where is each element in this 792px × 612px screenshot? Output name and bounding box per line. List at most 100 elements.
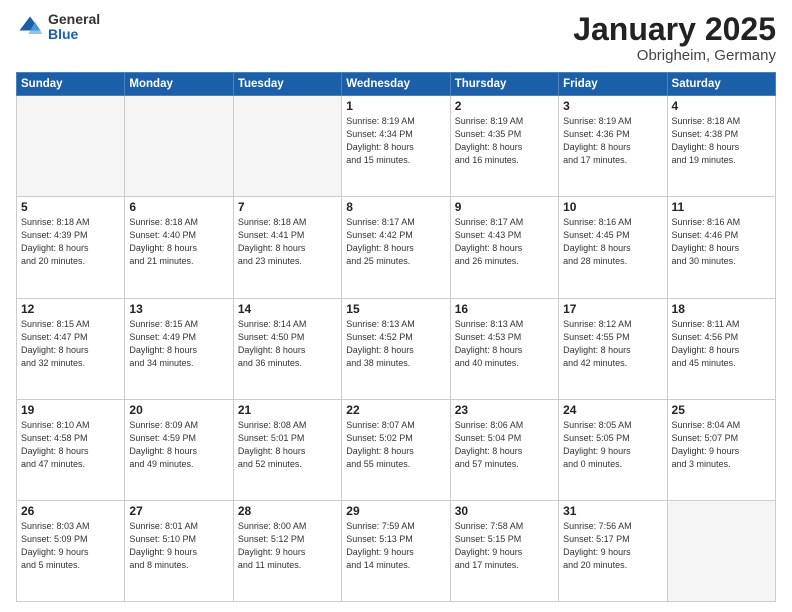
header: General Blue January 2025 Obrigheim, Ger… [16, 12, 776, 64]
header-tuesday: Tuesday [233, 73, 341, 96]
table-row: 9Sunrise: 8:17 AM Sunset: 4:43 PM Daylig… [450, 197, 558, 298]
day-number: 8 [346, 200, 445, 214]
table-row: 21Sunrise: 8:08 AM Sunset: 5:01 PM Dayli… [233, 399, 341, 500]
day-number: 6 [129, 200, 228, 214]
table-row: 14 Sunrise: 8:14 AM Sunset: 4:50 PM Dayli… [233, 298, 341, 399]
logo-icon [16, 13, 44, 41]
day-number: 2 [455, 99, 554, 113]
day-number: 23 [455, 403, 554, 417]
day-info: Sunrise: 7:59 AM Sunset: 5:13 PM Dayligh… [346, 520, 445, 572]
calendar-week-row: 12 Sunrise: 8:15 AM Sunset: 4:47 PM Dayli… [17, 298, 776, 399]
day-number: 26 [21, 504, 120, 518]
day-number: 10 [563, 200, 662, 214]
calendar-week-row: 26 Sunrise: 8:03 AM Sunset: 5:09 PM Dayli… [17, 500, 776, 601]
table-row: 31 Sunrise: 7:56 AM Sunset: 5:17 PM Dayli… [559, 500, 667, 601]
table-row: 7 Sunrise: 8:18 AM Sunset: 4:41 PM Daylig… [233, 197, 341, 298]
day-info: Sunrise: 8:03 AM Sunset: 5:09 PM Dayligh… [21, 520, 120, 572]
weekday-header-row: Sunday Monday Tuesday Wednesday Thursday… [17, 73, 776, 96]
day-number: 14 [238, 302, 337, 316]
day-info: Sunrise: 8:15 AM Sunset: 4:49 PM Dayligh… [129, 318, 228, 370]
day-number: 16 [455, 302, 554, 316]
day-number: 12 [21, 302, 120, 316]
day-info: Sunrise: 7:58 AM Sunset: 5:15 PM Dayligh… [455, 520, 554, 572]
logo: General Blue [16, 12, 100, 43]
table-row: 19Sunrise: 8:10 AM Sunset: 4:58 PM Dayli… [17, 399, 125, 500]
calendar-week-row: 1 Sunrise: 8:19 AM Sunset: 4:34 PM Daylig… [17, 96, 776, 197]
day-info: Sunrise: 8:14 AM Sunset: 4:50 PM Dayligh… [238, 318, 337, 370]
day-info: Sunrise: 8:19 AM Sunset: 4:34 PM Dayligh… [346, 115, 445, 167]
day-number: 7 [238, 200, 337, 214]
day-info: Sunrise: 8:11 AM Sunset: 4:56 PM Dayligh… [672, 318, 771, 370]
calendar-page: General Blue January 2025 Obrigheim, Ger… [0, 0, 792, 612]
header-monday: Monday [125, 73, 233, 96]
day-number: 25 [672, 403, 771, 417]
day-info: Sunrise: 8:06 AM Sunset: 5:04 PM Dayligh… [455, 419, 554, 471]
day-info: Sunrise: 8:13 AM Sunset: 4:53 PM Dayligh… [455, 318, 554, 370]
day-info: Sunrise: 8:16 AM Sunset: 4:46 PM Dayligh… [672, 216, 771, 268]
calendar-week-row: 5Sunrise: 8:18 AM Sunset: 4:39 PM Daylig… [17, 197, 776, 298]
table-row: 27 Sunrise: 8:01 AM Sunset: 5:10 PM Dayli… [125, 500, 233, 601]
day-info: Sunrise: 8:00 AM Sunset: 5:12 PM Dayligh… [238, 520, 337, 572]
day-number: 4 [672, 99, 771, 113]
day-info: Sunrise: 8:04 AM Sunset: 5:07 PM Dayligh… [672, 419, 771, 471]
day-number: 28 [238, 504, 337, 518]
title-block: January 2025 Obrigheim, Germany [573, 12, 776, 64]
day-number: 15 [346, 302, 445, 316]
table-row: 8 Sunrise: 8:17 AM Sunset: 4:42 PM Daylig… [342, 197, 450, 298]
day-info: Sunrise: 8:17 AM Sunset: 4:43 PM Dayligh… [455, 216, 554, 268]
day-number: 5 [21, 200, 120, 214]
table-row: 13 Sunrise: 8:15 AM Sunset: 4:49 PM Dayli… [125, 298, 233, 399]
table-row [17, 96, 125, 197]
table-row [233, 96, 341, 197]
day-number: 13 [129, 302, 228, 316]
day-info: Sunrise: 8:18 AM Sunset: 4:41 PM Dayligh… [238, 216, 337, 268]
day-info: Sunrise: 8:18 AM Sunset: 4:40 PM Dayligh… [129, 216, 228, 268]
day-info: Sunrise: 8:01 AM Sunset: 5:10 PM Dayligh… [129, 520, 228, 572]
day-info: Sunrise: 8:17 AM Sunset: 4:42 PM Dayligh… [346, 216, 445, 268]
day-info: Sunrise: 8:07 AM Sunset: 5:02 PM Dayligh… [346, 419, 445, 471]
table-row: 22Sunrise: 8:07 AM Sunset: 5:02 PM Dayli… [342, 399, 450, 500]
header-sunday: Sunday [17, 73, 125, 96]
table-row: 15 Sunrise: 8:13 AM Sunset: 4:52 PM Dayli… [342, 298, 450, 399]
day-number: 19 [21, 403, 120, 417]
table-row: 30 Sunrise: 7:58 AM Sunset: 5:15 PM Dayli… [450, 500, 558, 601]
table-row: 3Sunrise: 8:19 AM Sunset: 4:36 PM Daylig… [559, 96, 667, 197]
table-row: 23 Sunrise: 8:06 AM Sunset: 5:04 PM Dayli… [450, 399, 558, 500]
day-info: Sunrise: 8:05 AM Sunset: 5:05 PM Dayligh… [563, 419, 662, 471]
header-wednesday: Wednesday [342, 73, 450, 96]
month-title: January 2025 [573, 12, 776, 47]
day-info: Sunrise: 8:13 AM Sunset: 4:52 PM Dayligh… [346, 318, 445, 370]
table-row: 20Sunrise: 8:09 AM Sunset: 4:59 PM Dayli… [125, 399, 233, 500]
day-info: Sunrise: 8:12 AM Sunset: 4:55 PM Dayligh… [563, 318, 662, 370]
day-info: Sunrise: 8:18 AM Sunset: 4:38 PM Dayligh… [672, 115, 771, 167]
day-info: Sunrise: 8:15 AM Sunset: 4:47 PM Dayligh… [21, 318, 120, 370]
table-row: 4 Sunrise: 8:18 AM Sunset: 4:38 PM Daylig… [667, 96, 775, 197]
day-number: 21 [238, 403, 337, 417]
day-number: 17 [563, 302, 662, 316]
table-row: 18 Sunrise: 8:11 AM Sunset: 4:56 PM Dayli… [667, 298, 775, 399]
table-row: 1 Sunrise: 8:19 AM Sunset: 4:34 PM Daylig… [342, 96, 450, 197]
day-info: Sunrise: 8:19 AM Sunset: 4:36 PM Dayligh… [563, 115, 662, 167]
table-row: 6 Sunrise: 8:18 AM Sunset: 4:40 PM Daylig… [125, 197, 233, 298]
day-info: Sunrise: 7:56 AM Sunset: 5:17 PM Dayligh… [563, 520, 662, 572]
table-row: 29Sunrise: 7:59 AM Sunset: 5:13 PM Dayli… [342, 500, 450, 601]
table-row: 26 Sunrise: 8:03 AM Sunset: 5:09 PM Dayli… [17, 500, 125, 601]
table-row: 11 Sunrise: 8:16 AM Sunset: 4:46 PM Dayli… [667, 197, 775, 298]
day-number: 24 [563, 403, 662, 417]
table-row: 28 Sunrise: 8:00 AM Sunset: 5:12 PM Dayli… [233, 500, 341, 601]
table-row: 2Sunrise: 8:19 AM Sunset: 4:35 PM Daylig… [450, 96, 558, 197]
table-row: 12 Sunrise: 8:15 AM Sunset: 4:47 PM Dayli… [17, 298, 125, 399]
table-row: 10Sunrise: 8:16 AM Sunset: 4:45 PM Dayli… [559, 197, 667, 298]
table-row [125, 96, 233, 197]
logo-text: General Blue [48, 12, 100, 43]
calendar-table: Sunday Monday Tuesday Wednesday Thursday… [16, 72, 776, 602]
day-number: 27 [129, 504, 228, 518]
day-number: 31 [563, 504, 662, 518]
calendar-week-row: 19Sunrise: 8:10 AM Sunset: 4:58 PM Dayli… [17, 399, 776, 500]
day-number: 11 [672, 200, 771, 214]
day-info: Sunrise: 8:09 AM Sunset: 4:59 PM Dayligh… [129, 419, 228, 471]
day-number: 1 [346, 99, 445, 113]
logo-blue-text: Blue [48, 27, 100, 42]
day-number: 18 [672, 302, 771, 316]
day-number: 30 [455, 504, 554, 518]
